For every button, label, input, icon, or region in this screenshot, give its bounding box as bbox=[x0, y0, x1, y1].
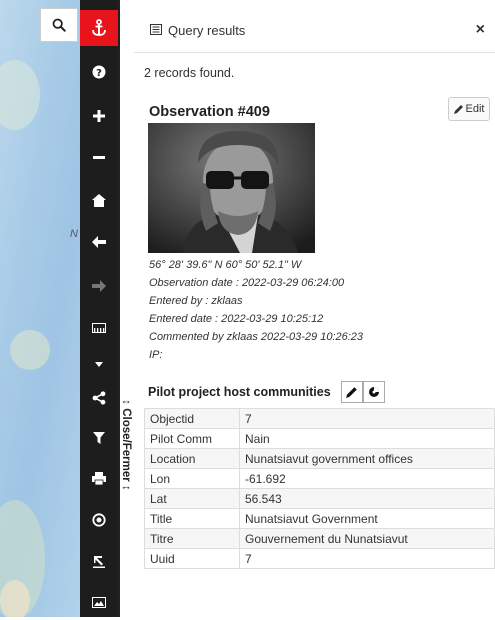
table-row: Objectid 7 bbox=[144, 408, 495, 429]
home-icon bbox=[92, 193, 106, 207]
attribute-key: Objectid bbox=[144, 408, 240, 429]
layer-tools bbox=[341, 381, 385, 403]
table-row: Titre Gouvernement du Nunatsiavut bbox=[144, 528, 495, 549]
observation-coordinates: 56° 28' 39.6" N 60° 50' 52.1" W bbox=[149, 259, 302, 271]
anchor-icon bbox=[92, 19, 106, 36]
zoom-in-icon bbox=[93, 110, 105, 122]
map-label: N bbox=[70, 228, 78, 240]
upload-icon bbox=[93, 556, 105, 568]
observation-title: Observation #409 bbox=[149, 104, 270, 120]
attribute-key: Pilot Comm bbox=[144, 428, 240, 449]
table-row: Location Nunatsiavut government offices bbox=[144, 448, 495, 469]
table-row: Uuid 7 bbox=[144, 548, 495, 569]
map-search-button[interactable] bbox=[40, 8, 78, 42]
record-count: 2 records found. bbox=[144, 66, 235, 80]
panel-divider bbox=[118, 0, 134, 617]
home-button[interactable] bbox=[80, 182, 118, 218]
attribute-value: Nunatsiavut Government bbox=[239, 508, 495, 529]
edit-button-label: Edit bbox=[465, 103, 485, 115]
layer-zoom-button[interactable] bbox=[363, 381, 385, 403]
table-row: Pilot Comm Nain bbox=[144, 428, 495, 449]
attribute-value: Nain bbox=[239, 428, 495, 449]
forward-icon bbox=[92, 280, 106, 292]
crosshair-icon bbox=[369, 387, 379, 397]
layer-title: Pilot project host communities bbox=[148, 385, 331, 399]
forward-button[interactable] bbox=[80, 268, 118, 304]
back-button[interactable] bbox=[80, 224, 118, 260]
attribute-value: 7 bbox=[239, 548, 495, 569]
dropdown-button[interactable] bbox=[80, 346, 118, 382]
attribute-key: Location bbox=[144, 448, 240, 469]
measure-button[interactable] bbox=[80, 310, 118, 346]
dropdown-icon bbox=[95, 361, 103, 367]
back-icon bbox=[92, 236, 106, 248]
locate-icon bbox=[92, 513, 106, 527]
help-icon: ? bbox=[92, 65, 106, 79]
image-button[interactable] bbox=[80, 584, 118, 620]
attribute-value: 56.543 bbox=[239, 488, 495, 509]
commented-by: Commented by zklaas 2022-03-29 10:26:23 bbox=[149, 331, 364, 343]
observation-metadata: 56° 28' 39.6" N 60° 50' 52.1" W Observat… bbox=[149, 256, 363, 364]
filter-button[interactable] bbox=[80, 420, 118, 456]
attribute-value: Nunatsiavut government offices bbox=[239, 448, 495, 469]
map-toolbar: ? bbox=[80, 0, 118, 617]
attribute-key: Lat bbox=[144, 488, 240, 509]
close-panel-toggle[interactable]: ↕ Close/Fermer ↕ bbox=[118, 380, 134, 510]
observation-date: Observation date : 2022-03-29 06:24:00 bbox=[149, 277, 345, 289]
edit-button[interactable]: Edit bbox=[448, 97, 490, 121]
attribute-key: Titre bbox=[144, 528, 240, 549]
table-row: Title Nunatsiavut Government bbox=[144, 508, 495, 529]
print-button[interactable] bbox=[80, 460, 118, 496]
upload-button[interactable] bbox=[80, 544, 118, 580]
entered-date: Entered date : 2022-03-29 10:25:12 bbox=[149, 313, 324, 325]
close-icon[interactable]: × bbox=[476, 21, 485, 39]
anchor-button[interactable] bbox=[80, 10, 118, 46]
attribute-value: -61.692 bbox=[239, 468, 495, 489]
attribute-table: Objectid 7 Pilot Comm Nain Location Nunatsi… bbox=[144, 408, 495, 569]
search-icon bbox=[52, 18, 66, 32]
table-row: Lon -61.692 bbox=[144, 468, 495, 489]
attribute-value: Gouvernement du Nunatsiavut bbox=[239, 528, 495, 549]
svg-text:?: ? bbox=[96, 68, 102, 79]
table-row: Lat 56.543 bbox=[144, 488, 495, 509]
observation-photo[interactable] bbox=[148, 123, 315, 253]
zoom-in-button[interactable] bbox=[80, 98, 118, 134]
pencil-icon bbox=[346, 387, 357, 398]
ip-address: IP: bbox=[149, 349, 163, 361]
attribute-key: Uuid bbox=[144, 548, 240, 569]
share-icon bbox=[92, 391, 106, 405]
map-canvas[interactable]: N bbox=[0, 0, 80, 617]
zoom-out-button[interactable] bbox=[80, 140, 118, 176]
entered-by: Entered by : zklaas bbox=[149, 295, 243, 307]
close-panel-label: ↕ Close/Fermer ↕ bbox=[120, 399, 132, 491]
image-icon bbox=[92, 596, 106, 608]
pencil-icon bbox=[453, 105, 463, 114]
filter-icon bbox=[93, 432, 105, 444]
measure-icon bbox=[92, 323, 106, 333]
share-button[interactable] bbox=[80, 380, 118, 416]
zoom-out-icon bbox=[93, 156, 105, 159]
attribute-key: Lon bbox=[144, 468, 240, 489]
panel-title: Query results bbox=[168, 23, 246, 38]
query-results-panel: Query results × 2 records found. Observa… bbox=[134, 0, 495, 617]
attribute-value: 7 bbox=[239, 408, 495, 429]
locate-button[interactable] bbox=[80, 502, 118, 538]
panel-header: Query results × bbox=[134, 8, 495, 53]
help-button[interactable]: ? bbox=[80, 54, 118, 90]
print-icon bbox=[92, 471, 106, 485]
attribute-key: Title bbox=[144, 508, 240, 529]
layer-edit-button[interactable] bbox=[341, 381, 363, 403]
list-icon bbox=[150, 24, 162, 35]
